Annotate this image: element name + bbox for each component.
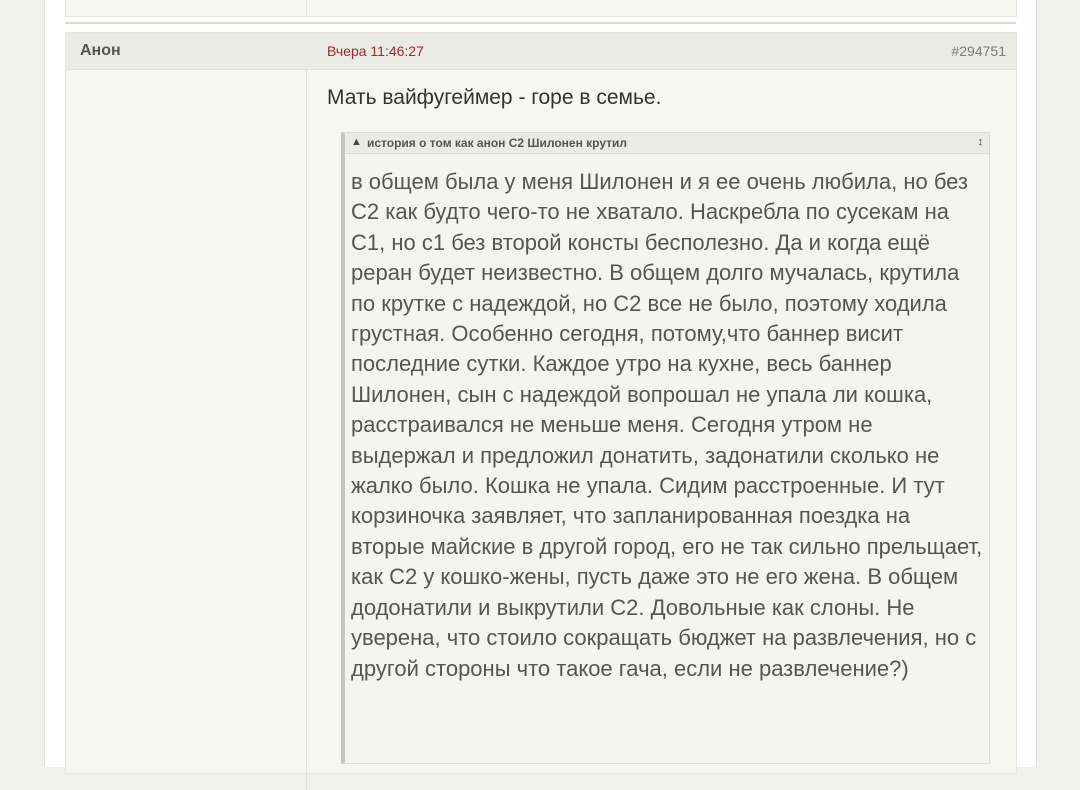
expand-toggle-icon[interactable]: ↕ [978, 136, 984, 148]
post-title: Мать вайфугеймер - горе в семье. [327, 86, 662, 109]
post-header: Анон Вчера 11:46:27 #294751 [66, 33, 1016, 70]
collapse-arrow-icon: ▲ [351, 136, 362, 148]
forum-post: Анон Вчера 11:46:27 #294751 Мать вайфуге… [65, 32, 1017, 790]
post-date: Вчера 11:46:27 [327, 43, 424, 59]
post-author: Анон [80, 42, 121, 59]
previous-post-remnant [65, 0, 1017, 17]
spoiler-header[interactable]: ▲ история о том как анон С2 Шилонен крут… [345, 133, 989, 154]
spoiler-title: история о том как анон С2 Шилонен крутил [367, 136, 628, 150]
page-container: Анон Вчера 11:46:27 #294751 Мать вайфуге… [44, 0, 1037, 790]
post-body: Мать вайфугеймер - горе в семье. ▲ истор… [327, 85, 997, 764]
post-separator [65, 22, 1016, 24]
previous-post-author-column [66, 0, 307, 16]
spoiler-block: ▲ история о том как анон С2 Шилонен крут… [341, 132, 990, 764]
spoiler-content: в общем была у меня Шилонен и я ее очень… [351, 169, 983, 681]
author-column [66, 70, 307, 790]
post-id-link[interactable]: #294751 [951, 43, 1006, 59]
